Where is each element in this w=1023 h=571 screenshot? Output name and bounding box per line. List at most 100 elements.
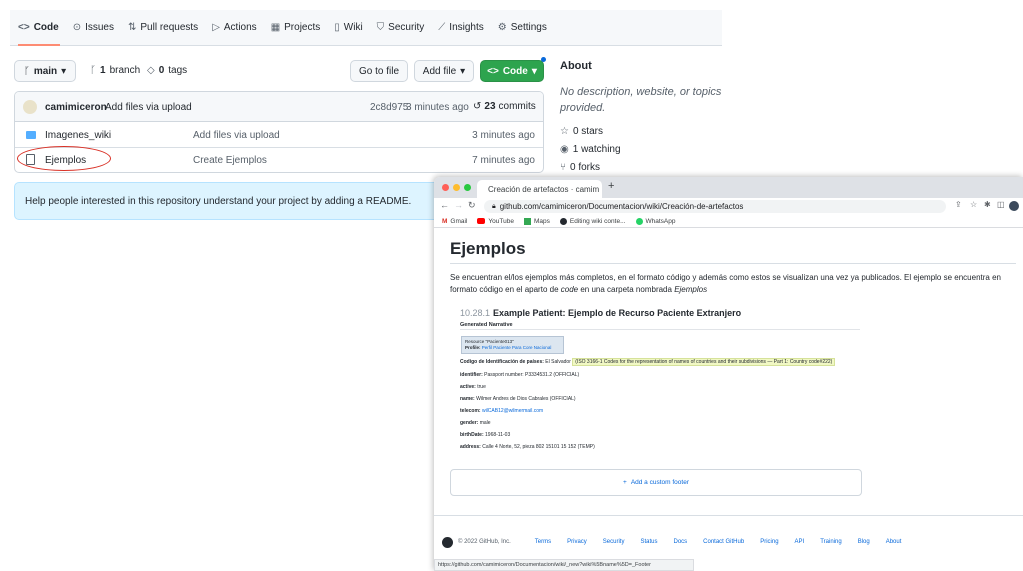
file-name[interactable]: Imagenes_wiki — [45, 130, 111, 141]
url-input[interactable]: 🔒︎ github.com/camimiceron/Documentacion/… — [484, 200, 946, 213]
commit-message[interactable]: Add files via upload — [105, 102, 192, 113]
bookmark-youtube[interactable]: YouTube — [477, 218, 514, 225]
add-custom-footer-button[interactable]: + Add a custom footer — [450, 469, 862, 496]
tab-wiki[interactable]: ▯ Wiki — [334, 22, 362, 33]
sidebar-icon[interactable]: ◫ — [997, 200, 1005, 209]
back-icon[interactable]: ← — [440, 200, 449, 210]
plus-icon: + — [623, 479, 627, 486]
bookmark-editing-wiki[interactable]: Editing wiki conte... — [559, 217, 626, 225]
field-gender: gender: male — [460, 420, 491, 426]
status-bar-url: https://github.com/camimiceron/Documenta… — [434, 559, 694, 571]
close-window-icon[interactable] — [442, 184, 449, 191]
file-row[interactable]: Imagenes_wiki Add files via upload 3 min… — [15, 123, 543, 148]
tab-actions[interactable]: ▷ Actions — [212, 22, 257, 33]
divider — [450, 263, 1016, 264]
footer-link-privacy[interactable]: Privacy — [567, 539, 587, 545]
field-identifier: identifier: Passport number: P3334531.2 … — [460, 372, 580, 378]
field-country-code: Codigo de Identificación de países: El S… — [460, 358, 836, 366]
field-telecom: telecom: wilCAB12@wilmermail.com — [460, 408, 544, 414]
browser-tab[interactable]: Creación de artefactos · camim × — [477, 180, 602, 198]
divider — [434, 515, 1023, 516]
footer-link-about[interactable]: About — [886, 539, 902, 545]
watching-link[interactable]: ◉ 1 watching — [560, 144, 621, 155]
tab-pull-requests[interactable]: ⇅ Pull requests — [128, 22, 198, 33]
file-commit-message[interactable]: Add files via upload — [193, 130, 280, 141]
active-tab-underline — [18, 44, 60, 46]
code-icon: <> — [18, 22, 30, 33]
profile-link[interactable]: Perfil Paciente Para Core Nacional — [482, 345, 552, 350]
branch-icon: ᚴ — [23, 65, 30, 77]
bookmark-gmail[interactable]: M Gmail — [442, 218, 467, 225]
about-title: About — [560, 60, 592, 72]
tab-code[interactable]: <> Code — [18, 22, 59, 33]
reload-icon[interactable]: ↻ — [468, 200, 476, 211]
branch-select-button[interactable]: ᚴ main ▾ — [14, 60, 76, 82]
history-icon: ↺ — [473, 101, 482, 112]
bookmark-star-icon[interactable]: ☆ — [970, 200, 977, 209]
avatar[interactable] — [23, 100, 37, 114]
stars-link[interactable]: ☆ 0 stars — [560, 126, 603, 137]
tab-settings[interactable]: ⚙ Settings — [498, 22, 547, 33]
commit-hash[interactable]: 2c8d975 — [370, 102, 408, 113]
gear-icon: ⚙ — [497, 22, 507, 33]
add-file-button[interactable]: Add file ▾ — [414, 60, 474, 82]
graph-icon: ⟋ — [438, 22, 446, 33]
github-footer: © 2022 GitHub, Inc. Terms Privacy Securi… — [442, 535, 1023, 549]
footer-link-training[interactable]: Training — [820, 539, 841, 545]
minimize-window-icon[interactable] — [453, 184, 460, 191]
youtube-icon — [477, 218, 486, 224]
field-active: active: true — [460, 384, 486, 390]
eye-icon: ◉ — [560, 144, 569, 155]
go-to-file-button[interactable]: Go to file — [350, 60, 408, 82]
file-commit-message[interactable]: Create Ejemplos — [193, 155, 267, 166]
tab-security[interactable]: ⛉ Security — [377, 22, 425, 33]
forward-icon[interactable]: → — [454, 200, 463, 210]
notification-dot — [541, 57, 546, 62]
highlight-annotation — [17, 146, 111, 171]
commit-time: 3 minutes ago — [406, 102, 469, 113]
about-description: No description, website, or topics provi… — [560, 86, 722, 114]
footer-link-security[interactable]: Security — [603, 539, 625, 545]
tag-icon: ◇ — [147, 65, 155, 76]
whatsapp-icon — [635, 217, 643, 225]
profile-avatar[interactable] — [1009, 201, 1019, 211]
fork-icon: ⑂ — [560, 162, 566, 173]
commits-link[interactable]: ↺ 23 commits — [473, 101, 536, 112]
forks-link[interactable]: ⑂ 0 forks — [560, 162, 600, 173]
file-time: 7 minutes ago — [472, 155, 535, 166]
repo-nav: <> Code ⊙ Issues ⇅ Pull requests ▷ Actions ▦… — [10, 10, 722, 46]
footer-link-contact[interactable]: Contact GitHub — [703, 539, 744, 545]
commit-author[interactable]: camimiceron — [45, 102, 107, 113]
github-logo-icon[interactable] — [442, 536, 453, 548]
latest-commit-row: camimiceron Add files via upload 2c8d975… — [15, 92, 543, 122]
footer-link-pricing[interactable]: Pricing — [760, 539, 778, 545]
issue-icon: ⊙ — [72, 22, 82, 33]
footer-link-docs[interactable]: Docs — [674, 539, 688, 545]
tags-link[interactable]: ◇ 0 tags — [147, 65, 187, 76]
extensions-icon[interactable]: ✱ — [984, 200, 991, 209]
example-heading: 10.28.1 Example Patient: Ejemplo de Recur… — [460, 308, 742, 318]
share-icon[interactable]: ⇪ — [955, 200, 962, 209]
footer-link-status[interactable]: Status — [640, 539, 657, 545]
file-time: 3 minutes ago — [472, 130, 535, 141]
tab-projects[interactable]: ▦ Projects — [271, 22, 321, 33]
address-bar: ← → ↻ 🔒︎ github.com/camimiceron/Document… — [434, 198, 1023, 215]
maps-icon — [523, 217, 531, 225]
branch-icon: ᚴ — [90, 65, 96, 76]
field-birthdate: birthDate: 1968-11-03 — [460, 432, 511, 438]
footer-link-blog[interactable]: Blog — [858, 539, 870, 545]
maximize-window-icon[interactable] — [464, 184, 471, 191]
bookmark-maps[interactable]: Maps — [523, 217, 550, 225]
code-icon: <> — [487, 65, 499, 77]
field-name: name: Wilmer Andres de Dios Cabrales (OF… — [460, 396, 576, 402]
branches-link[interactable]: ᚴ 1 branch — [90, 65, 140, 76]
chevron-down-icon: ▾ — [460, 65, 466, 77]
tab-issues[interactable]: ⊙ Issues — [73, 22, 114, 33]
footer-link-api[interactable]: API — [795, 539, 805, 545]
footer-link-terms[interactable]: Terms — [535, 539, 551, 545]
code-dropdown-button[interactable]: <> Code ▾ — [480, 60, 544, 82]
gmail-icon: M — [442, 217, 448, 225]
tab-insights[interactable]: ⟋ Insights — [438, 22, 483, 33]
bookmark-whatsapp[interactable]: WhatsApp — [635, 217, 676, 225]
new-tab-icon[interactable]: + — [608, 180, 614, 192]
